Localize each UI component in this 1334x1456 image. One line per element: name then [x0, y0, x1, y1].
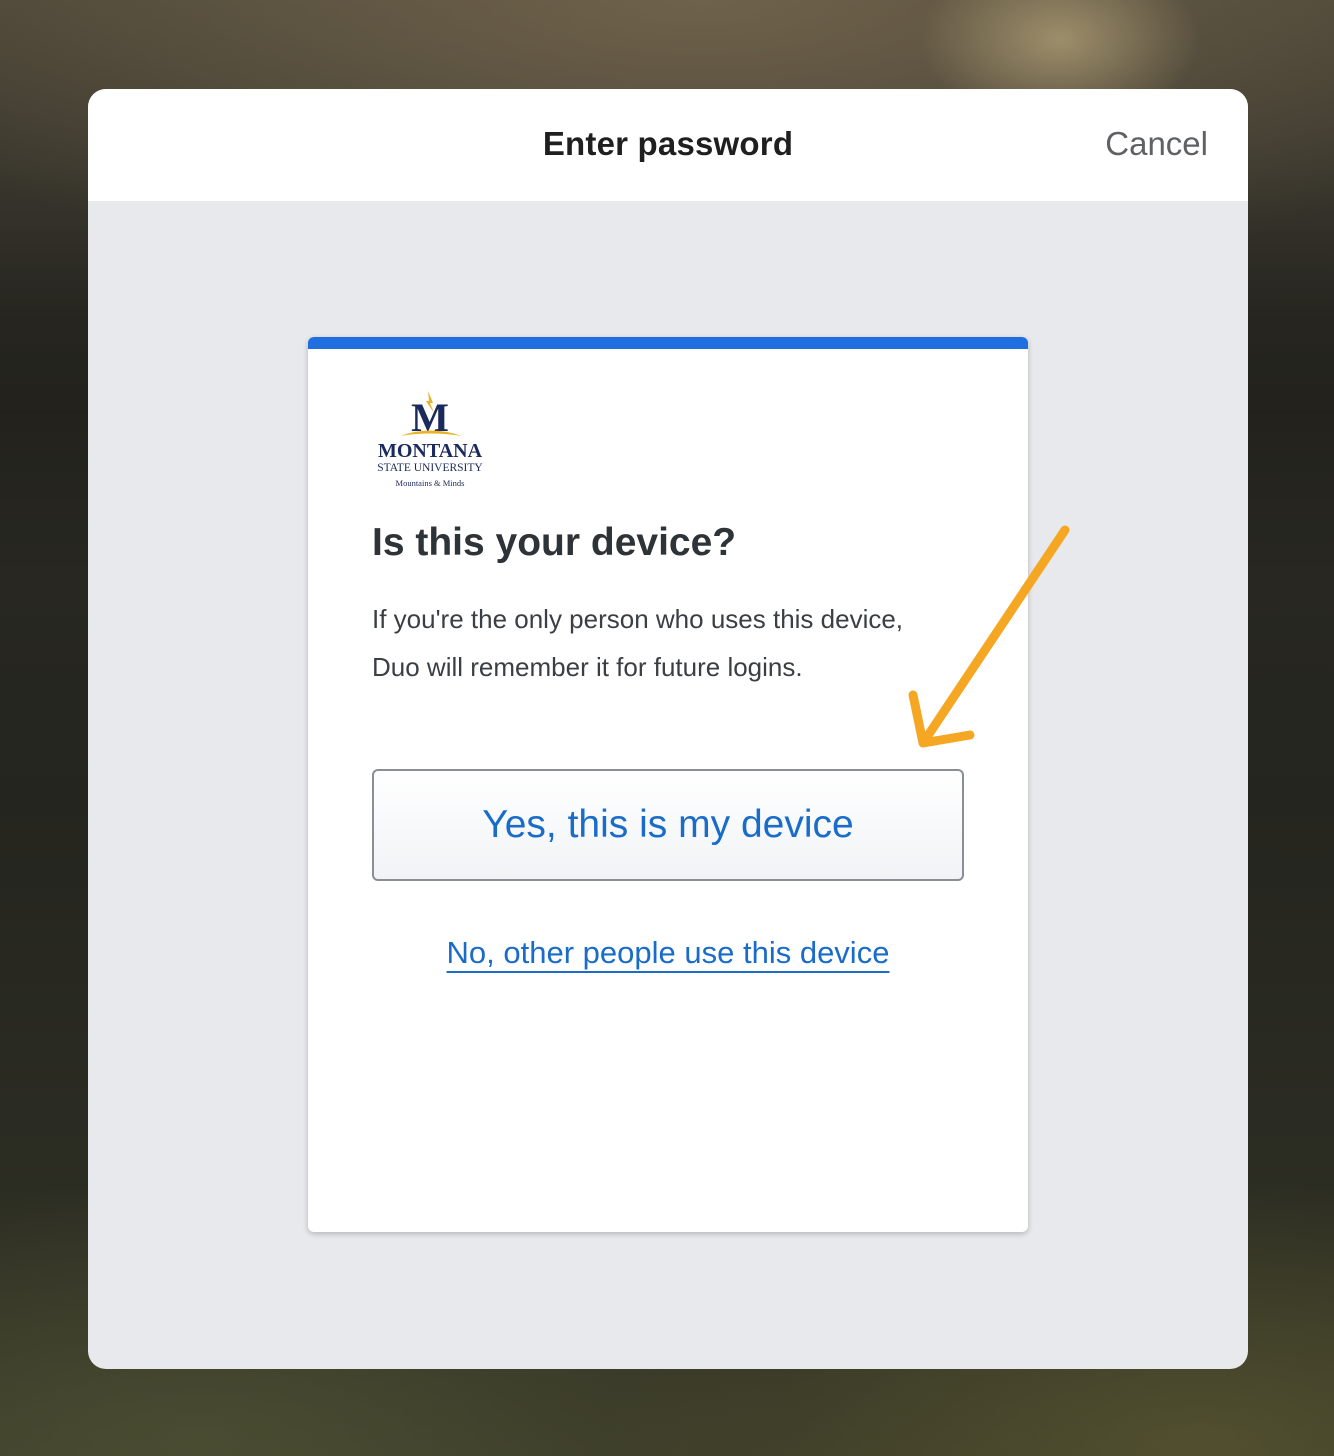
logo-line-state-university: STATE UNIVERSITY: [377, 462, 483, 474]
other-people-use-device-link: No, other people use this device: [308, 935, 1028, 971]
sheet-title: Enter password: [542, 125, 794, 162]
page-title: Is this your device?: [372, 521, 737, 564]
arrow-pointer-icon: [895, 515, 1085, 760]
duo-prompt-card: M MONTANA STATE UNIVERSITY Mountains & M…: [308, 337, 1028, 1232]
sheet-navigation-bar: Enter password Cancel: [88, 89, 1248, 201]
device-description: If you're the only person who uses this …: [372, 595, 972, 691]
card-accent-bar: [308, 337, 1028, 349]
other-people-use-device-link-text[interactable]: No, other people use this device: [447, 935, 890, 970]
cancel-button[interactable]: Cancel: [1105, 125, 1208, 163]
logo-line-montana: MONTANA: [378, 440, 483, 462]
logo-line-tagline: Mountains & Minds: [396, 478, 465, 488]
description-line-2: Duo will remember it for future logins.: [372, 652, 803, 682]
description-line-1: If you're the only person who uses this …: [372, 604, 904, 634]
montana-state-university-logo: M MONTANA STATE UNIVERSITY Mountains & M…: [370, 389, 490, 493]
yes-my-device-button[interactable]: Yes, this is my device: [372, 769, 964, 881]
